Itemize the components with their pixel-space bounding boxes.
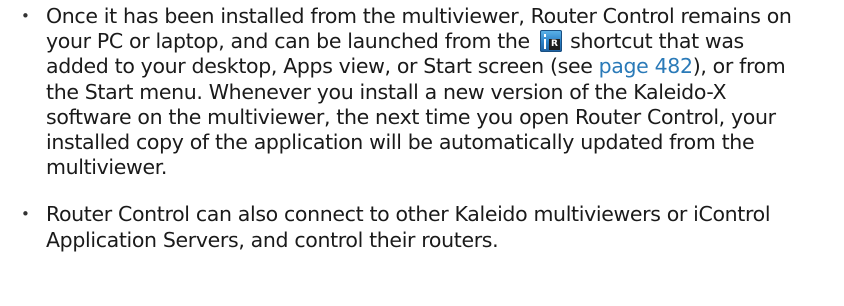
text-line: Router Control can also connect to other…: [46, 202, 771, 227]
bullet-item-installation: • Once it has been installed from the mu…: [0, 4, 792, 180]
shortcut-icon-letter: R: [551, 39, 558, 50]
text-segment: shortcut that was: [570, 29, 744, 54]
text-line: Application Servers, and control their r…: [46, 227, 499, 252]
page-reference-link[interactable]: page 482: [599, 54, 693, 78]
text-line: the Start menu. Whenever you install a n…: [46, 79, 727, 104]
text-line: software on the multiviewer, the next ti…: [46, 104, 776, 129]
router-control-shortcut-icon: R: [540, 30, 562, 53]
text-line: added to your desktop, Apps view, or Sta…: [46, 54, 792, 79]
document-page: • Once it has been installed from the mu…: [0, 0, 844, 306]
text-line: Once it has been installed from the mult…: [46, 4, 792, 28]
bullet-marker: •: [21, 205, 30, 224]
text-line: your PC or laptop, and can be launched f…: [46, 29, 792, 54]
text-line: installed copy of the application will b…: [46, 130, 755, 155]
text-line: multiviewer.: [46, 155, 168, 180]
bullet-item-connectivity: • Router Control can also connect to oth…: [0, 202, 792, 252]
text-segment: added to your desktop, Apps view, or Sta…: [46, 54, 599, 79]
bullet-marker: •: [21, 7, 30, 25]
text-segment: ), or from: [692, 54, 786, 79]
text-segment: your PC or laptop, and can be launched f…: [46, 29, 530, 54]
bullet-list: • Once it has been installed from the mu…: [0, 0, 792, 253]
